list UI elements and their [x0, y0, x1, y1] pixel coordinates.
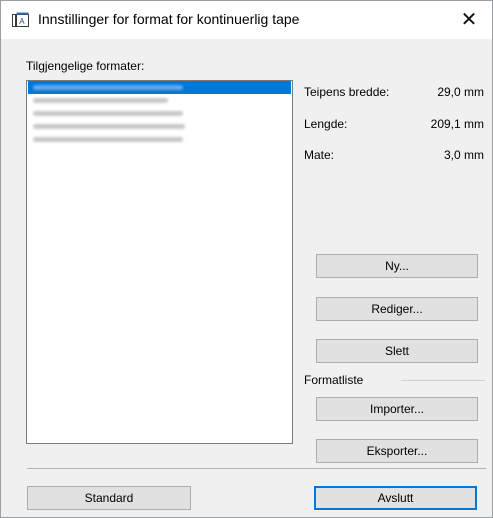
blurred-item-text [33, 98, 168, 103]
feed-label: Mate: [304, 148, 335, 162]
group-divider [401, 380, 485, 381]
new-button[interactable]: Ny... [316, 254, 478, 278]
format-list-group-label: Formatliste [304, 373, 364, 387]
tape-width-value: 29,0 mm [437, 85, 484, 99]
list-item[interactable] [28, 107, 291, 120]
footer-divider [27, 468, 486, 469]
tape-format-icon: A [12, 12, 30, 28]
edit-button[interactable]: Rediger... [316, 297, 478, 321]
blurred-item-text [33, 111, 183, 116]
svg-text:A: A [19, 17, 25, 26]
delete-button[interactable]: Slett [316, 339, 478, 363]
close-icon[interactable]: ✕ [446, 1, 492, 39]
list-item[interactable] [28, 81, 291, 94]
blurred-item-text [33, 85, 183, 90]
blurred-item-text [33, 124, 185, 129]
length-value: 209,1 mm [430, 117, 484, 131]
blurred-item-text [33, 137, 183, 142]
close-button[interactable]: Avslutt [314, 486, 477, 510]
feed-value: 3,0 mm [443, 148, 484, 162]
window-title: Innstillinger for format for kontinuerli… [38, 11, 300, 27]
format-listbox[interactable] [26, 80, 293, 444]
available-formats-label: Tilgjengelige formater: [26, 59, 145, 73]
dialog-window: A Innstillinger for format for kontinuer… [0, 0, 493, 518]
tape-width-label: Teipens bredde: [304, 85, 390, 99]
title-bar: A Innstillinger for format for kontinuer… [1, 1, 492, 39]
list-item[interactable] [28, 120, 291, 133]
export-button[interactable]: Eksporter... [316, 439, 478, 463]
standard-button[interactable]: Standard [27, 486, 191, 510]
import-button[interactable]: Importer... [316, 397, 478, 421]
list-item[interactable] [28, 94, 291, 107]
length-label: Lengde: [304, 117, 348, 131]
list-item[interactable] [28, 133, 291, 146]
